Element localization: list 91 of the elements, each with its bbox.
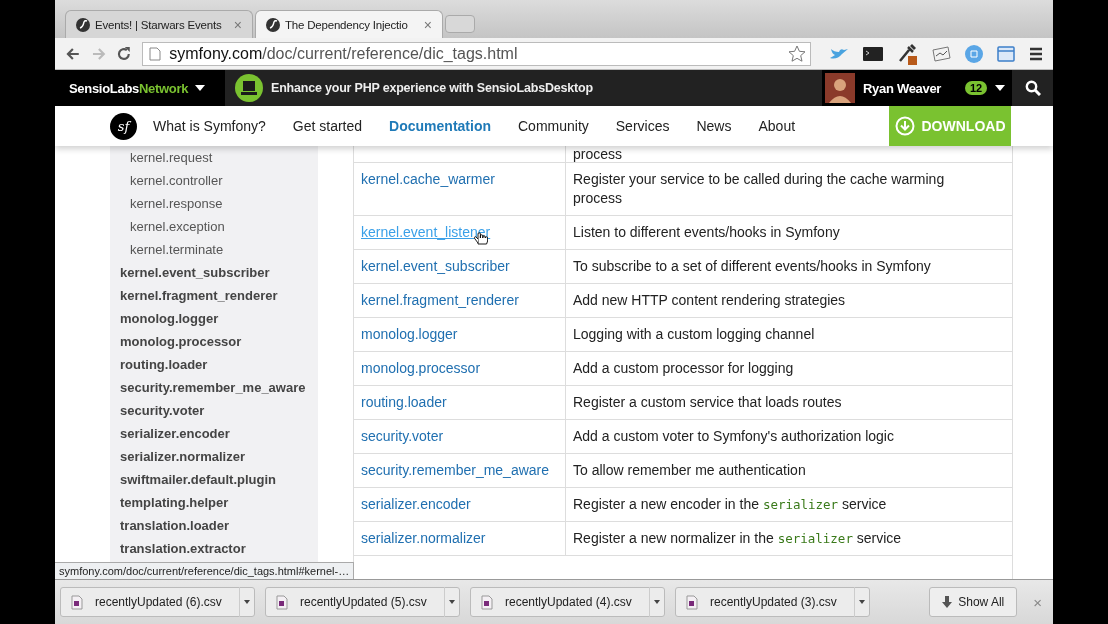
sidebar-link[interactable]: translation.loader (120, 514, 318, 537)
favicon-icon (266, 17, 280, 32)
nav-link[interactable]: Get started (292, 118, 363, 134)
file-icon (276, 594, 288, 610)
file-icon (686, 594, 698, 610)
tag-link[interactable]: kernel.cache_warmer (361, 171, 495, 187)
page-icon (149, 46, 162, 61)
download-item[interactable]: recentlyUpdated (3).csv (675, 587, 870, 617)
avatar (825, 73, 855, 103)
caret-icon[interactable] (654, 600, 660, 604)
caret-icon[interactable] (449, 600, 455, 604)
download-item[interactable]: recentlyUpdated (5).csv (265, 587, 460, 617)
nav-link[interactable]: What is Symfony? (153, 118, 266, 134)
promo-link[interactable]: Enhance your PHP experience with SensioLabsDesktop (271, 81, 593, 95)
sidebar-link[interactable]: templating.helper (120, 491, 318, 514)
file-icon (481, 594, 493, 610)
user-name: Ryan Weaver (863, 80, 943, 96)
nav-link[interactable]: Documentation (389, 118, 491, 134)
user-menu[interactable]: Ryan Weaver 12 (822, 70, 1012, 106)
status-url-tooltip: symfony.com/doc/current/reference/dic_tags.html#kernel-… (55, 562, 355, 579)
sidebar-link[interactable]: kernel.controller (120, 169, 318, 192)
search-icon (1024, 80, 1041, 96)
nav-link[interactable]: News (696, 118, 732, 134)
tag-link[interactable]: monolog.logger (361, 326, 458, 342)
sidebar-link[interactable]: kernel.fragment_renderer (120, 284, 318, 307)
eyedropper-icon[interactable] (897, 42, 917, 65)
file-icon (71, 594, 83, 610)
sidebar-link[interactable]: translation.extractor (120, 537, 318, 560)
symfony-logo[interactable]: sf (110, 112, 137, 140)
terminal-icon[interactable] (863, 46, 883, 61)
download-icon (894, 116, 915, 136)
description-text: Register a new normalizer in the serializer service (573, 530, 902, 546)
description-text: Listen to different events/hooks in Symfony (573, 224, 840, 240)
notification-badge: 12 (965, 81, 988, 95)
show-all-button[interactable]: Show All (929, 587, 1018, 617)
download-item[interactable]: recentlyUpdated (6).csv (60, 587, 255, 617)
description-text: Register a custom service that loads routes (573, 394, 842, 410)
sidebar-link[interactable]: kernel.exception (120, 215, 318, 238)
sidebar-link[interactable]: routing.loader (120, 353, 318, 376)
sidebar-link[interactable]: monolog.processor (120, 330, 318, 353)
network-menu[interactable]: SensioLabsNetwork (55, 70, 225, 106)
sidebar-link[interactable]: kernel.event_subscriber (120, 261, 318, 284)
tag-link[interactable]: serializer.encoder (361, 496, 471, 512)
download-item[interactable]: recentlyUpdated (4).csv (470, 587, 665, 617)
sidebar-link[interactable]: kernel.response (120, 192, 318, 215)
tab-title: Events! | Starwars Events (95, 18, 223, 31)
description-text: To allow remember me authentication (573, 462, 806, 478)
sidebar-link[interactable]: security.remember_me_aware (120, 376, 318, 399)
description-text: Add a custom voter to Symfony's authorization logic (573, 428, 894, 444)
caret-icon[interactable] (859, 600, 865, 604)
sidebar-link[interactable]: swiftmailer.default.plugin (120, 468, 318, 491)
sidebar-link[interactable]: security.voter (120, 399, 318, 422)
tag-link[interactable]: security.remember_me_aware (361, 462, 550, 478)
caret-icon (195, 85, 206, 91)
tag-link[interactable]: routing.loader (361, 394, 447, 410)
description-text: Add new HTTP content rendering strategies (573, 292, 846, 308)
star-icon[interactable] (788, 44, 806, 63)
description-text: Register your service to be called during the cache warming process (573, 171, 945, 206)
favicon-icon (76, 17, 90, 32)
caret-icon[interactable] (244, 600, 250, 604)
down-arrow-icon (942, 596, 953, 608)
description-text: Register a new encoder in the serializer service (573, 496, 887, 512)
nav-link[interactable]: Services (615, 118, 670, 134)
window-icon[interactable] (997, 45, 1015, 62)
nav-link[interactable]: Community (518, 118, 589, 134)
reload-icon[interactable] (116, 45, 133, 62)
laptop-icon (235, 74, 263, 102)
sidebar-link[interactable]: monolog.logger (120, 307, 318, 330)
tag-link[interactable]: kernel.fragment_renderer (361, 292, 519, 308)
url-text: symfony.com/doc/current/reference/dic_tags.html (169, 44, 519, 63)
description-text: process (573, 146, 623, 162)
sidebar-link[interactable]: serializer.normalizer (120, 445, 318, 468)
browser-tab[interactable]: Events! | Starwars Events × (65, 10, 253, 38)
sidebar-link[interactable]: kernel.request (120, 146, 318, 169)
tag-link[interactable]: security.voter (361, 428, 444, 444)
tag-link[interactable]: monolog.processor (361, 360, 481, 376)
close-icon[interactable]: × (423, 16, 432, 33)
nav-link[interactable]: About (758, 118, 796, 134)
address-field[interactable]: symfony.com/doc/current/reference/dic_tags.html (142, 41, 811, 66)
description-text: To subscribe to a set of different events/hooks in Symfony (573, 258, 931, 274)
browser-tab[interactable]: The Dependency Injectio × (255, 10, 443, 38)
tag-link[interactable]: serializer.normalizer (361, 530, 486, 546)
sidebar-link[interactable]: kernel.terminate (120, 238, 318, 261)
tag-link[interactable]: kernel.event_subscriber (361, 258, 510, 274)
description-text: Logging with a custom logging channel (573, 326, 815, 342)
sidebar-link[interactable]: serializer.encoder (120, 422, 318, 445)
caret-icon (995, 85, 1006, 91)
tab-title: The Dependency Injectio (285, 18, 409, 31)
menu-icon[interactable] (1029, 46, 1043, 61)
description-text: Add a custom processor for logging (573, 360, 794, 376)
network-logo: SensioLabsNetwork (69, 80, 189, 96)
